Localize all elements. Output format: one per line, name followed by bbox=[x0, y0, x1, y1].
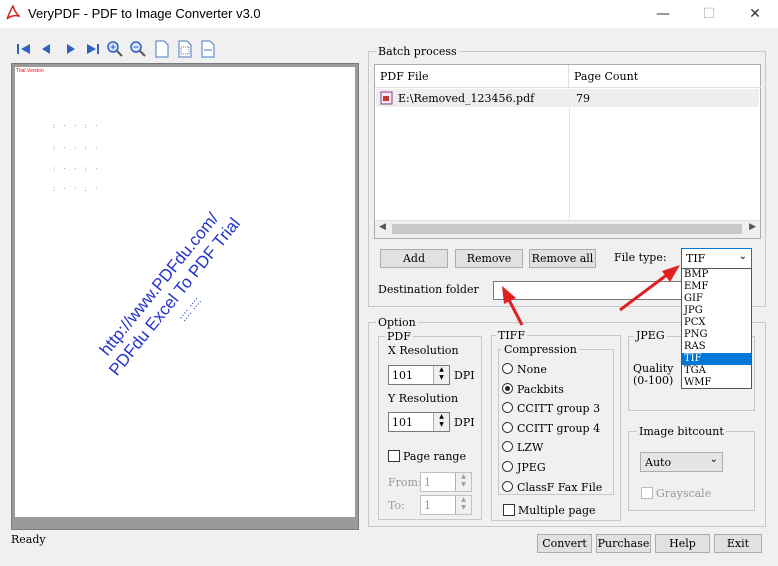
page-range-label: Page range bbox=[403, 450, 466, 463]
first-page-icon[interactable] bbox=[14, 39, 33, 58]
image-bitcount-label: Image bitcount bbox=[637, 425, 726, 438]
next-page-icon[interactable] bbox=[61, 39, 80, 58]
chevron-down-icon: ⌄ bbox=[709, 454, 718, 465]
compression-radio-ccitt4[interactable] bbox=[502, 422, 513, 433]
page-range-checkbox[interactable] bbox=[388, 450, 400, 462]
x-dpi-label: DPI bbox=[454, 369, 475, 382]
x-resolution-input[interactable]: 101 ▲ ▼ bbox=[388, 365, 450, 385]
minimize-button[interactable]: — bbox=[640, 0, 686, 28]
file-type-option-tif[interactable]: TIF bbox=[682, 353, 751, 365]
window-title: VeryPDF - PDF to Image Converter v3.0 bbox=[28, 6, 261, 21]
convert-button[interactable]: Convert bbox=[537, 534, 592, 553]
annotation-arrows bbox=[502, 265, 680, 326]
page-fit-icon[interactable] bbox=[175, 39, 194, 58]
pdf-group-label: PDF bbox=[385, 330, 413, 343]
y-resolution-spinner[interactable]: ▲ ▼ bbox=[433, 413, 449, 431]
from-label: From: bbox=[388, 476, 422, 489]
zoom-out-icon[interactable] bbox=[128, 39, 147, 58]
y-resolution-label: Y Resolution bbox=[388, 392, 459, 405]
file-type-option-tga[interactable]: TGA bbox=[682, 365, 751, 377]
from-spinner[interactable]: ▲ ▼ bbox=[455, 473, 471, 491]
table-cell-file: E:\Removed_123456.pdf bbox=[398, 92, 535, 105]
chevron-down-icon: ⌄ bbox=[738, 251, 747, 262]
exit-button[interactable]: Exit bbox=[714, 534, 762, 553]
multiple-page-checkbox[interactable] bbox=[503, 504, 515, 516]
batch-file-table[interactable]: PDF File Page Count E:\Removed_123456.pd… bbox=[374, 64, 761, 239]
to-spinner[interactable]: ▲ ▼ bbox=[455, 496, 471, 514]
compression-option-label: CCITT group 3 bbox=[517, 402, 601, 415]
option-label: Option bbox=[376, 316, 418, 329]
compression-option-label: None bbox=[517, 363, 547, 376]
table-cell-page-count: 79 bbox=[576, 92, 590, 105]
compression-radio-none[interactable] bbox=[502, 363, 513, 374]
trial-tag: Trial Version bbox=[16, 68, 44, 74]
compression-radio-jpeg[interactable] bbox=[502, 461, 513, 472]
pdf-app-icon bbox=[6, 5, 20, 20]
table-row[interactable]: E:\Removed_123456.pdf 79 bbox=[376, 89, 759, 107]
compression-radio-classf[interactable] bbox=[502, 481, 513, 492]
compression-option-label: CCITT group 4 bbox=[517, 422, 601, 435]
page-icon[interactable] bbox=[152, 39, 171, 58]
compression-label: Compression bbox=[502, 343, 579, 356]
batch-process-label: Batch process bbox=[376, 45, 459, 58]
purchase-button[interactable]: Purchase bbox=[596, 534, 651, 553]
grayscale-checkbox[interactable] bbox=[641, 487, 653, 499]
prev-page-icon[interactable] bbox=[36, 39, 55, 58]
column-header-page-count[interactable]: Page Count bbox=[569, 65, 761, 88]
file-type-option-wmf[interactable]: WMF bbox=[682, 377, 751, 389]
destination-folder-label: Destination folder bbox=[378, 283, 479, 296]
compression-radio-lzw[interactable] bbox=[502, 441, 513, 452]
pdf-preview-pane[interactable]: Trial Version : · · : · : · · : · : · · … bbox=[11, 63, 359, 530]
horizontal-scrollbar[interactable]: ◀ ▶ bbox=[375, 220, 760, 238]
scroll-left-icon[interactable]: ◀ bbox=[379, 222, 386, 232]
maximize-button[interactable]: ☐ bbox=[686, 0, 732, 28]
page-text-dots: : · · : · bbox=[53, 144, 101, 152]
compression-radio-ccitt3[interactable] bbox=[502, 402, 513, 413]
zoom-in-icon[interactable] bbox=[105, 39, 124, 58]
compression-option-label: JPEG bbox=[517, 461, 546, 474]
page-text-dots: : · · : · bbox=[53, 122, 101, 130]
help-button[interactable]: Help bbox=[655, 534, 710, 553]
compression-option-label: Packbits bbox=[517, 383, 564, 396]
to-label: To: bbox=[388, 499, 405, 512]
compression-radio-packbits[interactable] bbox=[502, 383, 513, 394]
x-resolution-label: X Resolution bbox=[388, 344, 459, 357]
grayscale-label: Grayscale bbox=[656, 487, 712, 500]
preview-page: Trial Version : · · : · : · · : · : · · … bbox=[15, 67, 355, 517]
to-input[interactable]: 1 ▲ ▼ bbox=[420, 495, 472, 515]
compression-option-label: LZW bbox=[517, 441, 544, 454]
last-page-icon[interactable] bbox=[83, 39, 102, 58]
x-resolution-spinner[interactable]: ▲ ▼ bbox=[433, 366, 449, 384]
pdf-file-icon bbox=[380, 91, 393, 105]
scrollbar-thumb[interactable] bbox=[392, 224, 742, 234]
file-type-option-ras[interactable]: RAS bbox=[682, 341, 751, 353]
add-button[interactable]: Add bbox=[380, 249, 448, 268]
multiple-page-label: Multiple page bbox=[518, 504, 596, 517]
column-header-pdf-file[interactable]: PDF File bbox=[375, 65, 569, 88]
bitcount-select[interactable]: Auto ⌄ bbox=[640, 452, 723, 472]
compression-option-label: ClassF Fax File bbox=[517, 481, 603, 494]
from-input[interactable]: 1 ▲ ▼ bbox=[420, 472, 472, 492]
status-text: Ready bbox=[11, 533, 46, 546]
close-button[interactable]: ✕ bbox=[732, 0, 778, 28]
scroll-right-icon[interactable]: ▶ bbox=[749, 222, 756, 232]
y-resolution-input[interactable]: 101 ▲ ▼ bbox=[388, 412, 450, 432]
page-width-icon[interactable] bbox=[198, 39, 217, 58]
page-text-dots: : · · : · bbox=[53, 185, 101, 193]
quality-range-label: (0-100) bbox=[633, 374, 674, 387]
page-text-dots: : · · : · bbox=[53, 165, 101, 173]
y-dpi-label: DPI bbox=[454, 416, 475, 429]
